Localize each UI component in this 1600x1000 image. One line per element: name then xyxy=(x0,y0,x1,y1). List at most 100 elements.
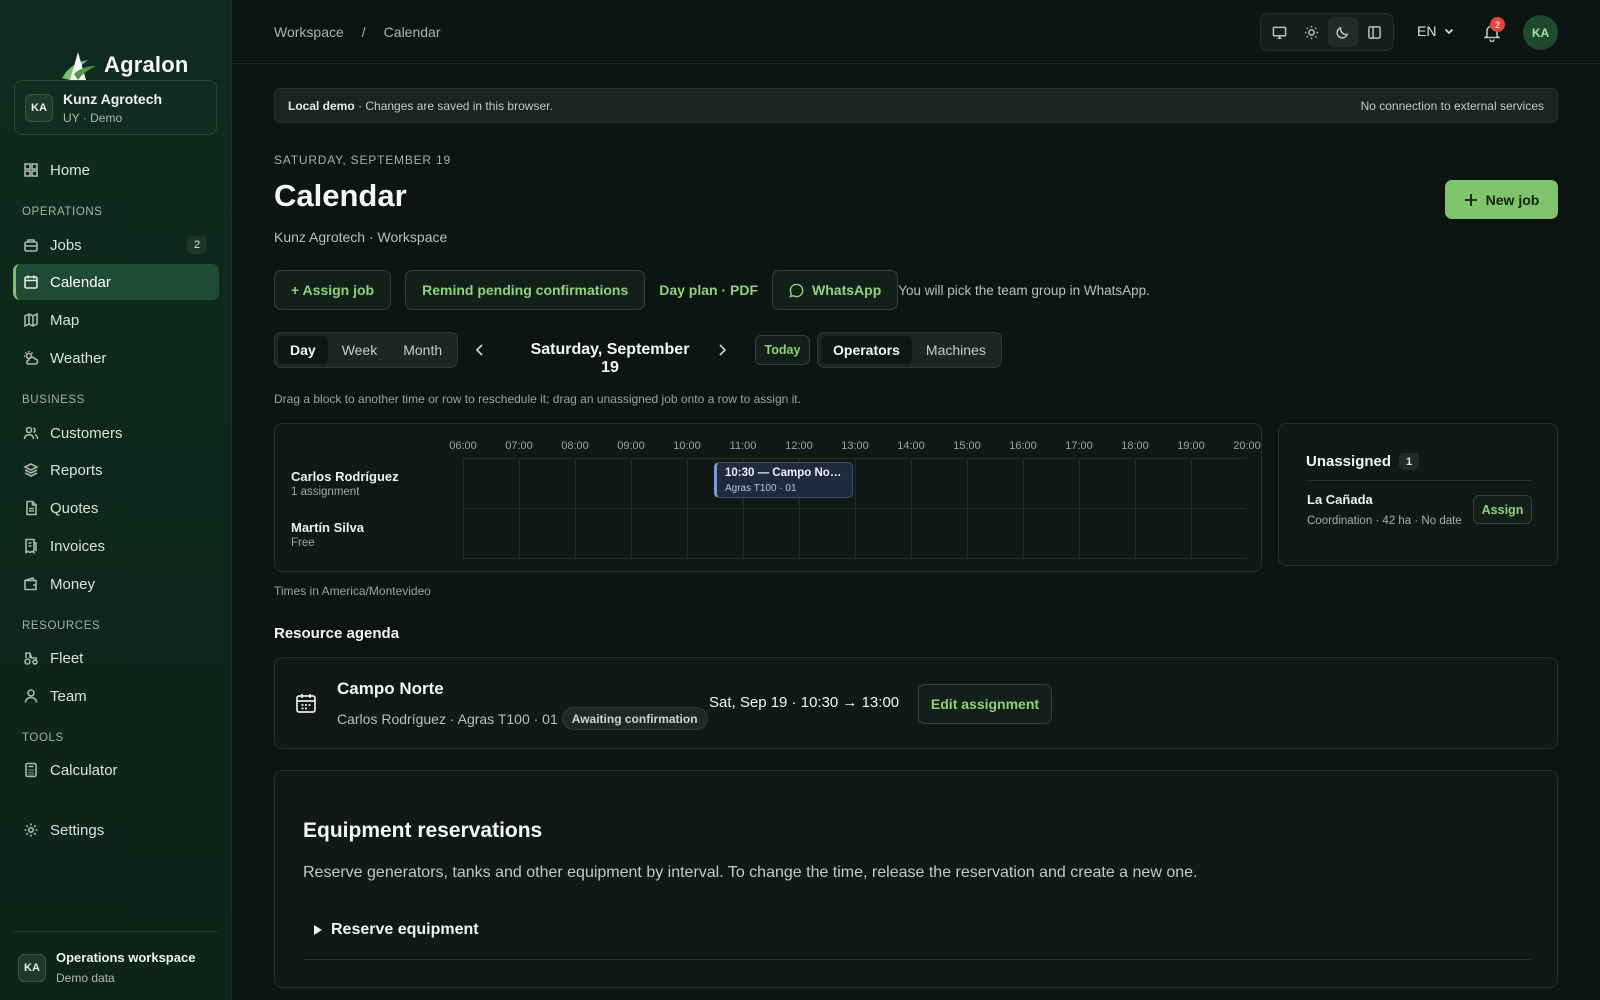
unassigned-divider xyxy=(1306,480,1532,481)
reserve-equipment-toggle[interactable]: Reserve equipment xyxy=(313,921,479,939)
timeline-hour-label: 06:00 xyxy=(449,440,477,452)
timeline-header-line xyxy=(463,458,1246,459)
sidebar: Agralon KA Kunz Agrotech UY · Demo Home … xyxy=(0,0,232,1000)
edit-assignment-button[interactable]: Edit assignment xyxy=(918,684,1052,724)
reserve-equipment-label: Reserve equipment xyxy=(331,921,479,938)
file-icon xyxy=(26,500,37,516)
org-switcher[interactable]: KA Kunz Agrotech UY · Demo xyxy=(14,80,217,135)
date-eyebrow: SATURDAY, SEPTEMBER 19 xyxy=(274,153,451,167)
app-name: Agralon xyxy=(104,52,189,77)
user-avatar[interactable]: KA xyxy=(1523,15,1558,50)
current-date: Saturday, September 19 xyxy=(530,341,690,376)
nav-map[interactable]: Map xyxy=(13,302,219,338)
demo-banner-text: Local demo · Changes are saved in this b… xyxy=(288,99,553,113)
chevron-right-icon[interactable] xyxy=(716,343,728,357)
timeline-bottom-line xyxy=(463,558,1246,559)
view-day-button[interactable]: Day xyxy=(278,336,328,364)
nav-weather[interactable]: Weather xyxy=(13,340,219,376)
calendar-icon xyxy=(296,694,316,713)
nav-reports-label: Reports xyxy=(50,461,103,479)
nav-money[interactable]: Money xyxy=(13,566,219,602)
workspace-title: Operations workspace xyxy=(56,950,196,965)
equipment-title: Equipment reservations xyxy=(303,819,543,842)
nav-invoices[interactable]: Invoices xyxy=(13,528,219,564)
nav-calculator[interactable]: Calculator xyxy=(13,752,219,788)
theme-light-button[interactable] xyxy=(1297,17,1327,47)
today-button[interactable]: Today xyxy=(755,335,810,365)
layers-icon xyxy=(23,463,39,477)
timeline-hour-label: 17:00 xyxy=(1065,440,1093,452)
timeline-row-name: Carlos Rodríguez xyxy=(291,469,399,484)
workspace-card[interactable]: KA Operations workspace Demo data xyxy=(18,950,195,985)
agenda-title: Campo Norte xyxy=(337,679,444,698)
timeline-hour-label: 13:00 xyxy=(841,440,869,452)
timeline-grid: Carlos Rodríguez 1 assignment Martín Sil… xyxy=(274,423,1262,572)
page-title: Calendar xyxy=(274,178,407,213)
unassigned-job-name[interactable]: La Cañada xyxy=(1307,492,1373,507)
timeline-hour-label: 12:00 xyxy=(785,440,813,452)
action-row: + Assign job Remind pending confirmation… xyxy=(274,270,1150,310)
breadcrumb-calendar: Calendar xyxy=(383,24,441,40)
nav-home[interactable]: Home xyxy=(13,152,219,188)
theme-switcher xyxy=(1260,13,1394,51)
theme-system-button[interactable] xyxy=(1265,17,1295,47)
whatsapp-label: WhatsApp xyxy=(812,282,882,298)
timeline-hour-label: 14:00 xyxy=(897,440,925,452)
nav-invoices-label: Invoices xyxy=(50,537,106,555)
equipment-description: Reserve generators, tanks and other equi… xyxy=(303,864,1198,881)
chevron-left-icon[interactable] xyxy=(474,343,486,357)
timeline-row-divider xyxy=(463,508,1246,509)
assignment-block[interactable]: 10:30 — Campo Norte Agras T100 · 01 xyxy=(714,462,853,498)
nav-team[interactable]: Team xyxy=(13,678,219,714)
resource-agenda-heading: Resource agenda xyxy=(274,625,400,642)
nav-customers[interactable]: Customers xyxy=(13,415,219,451)
breadcrumb-workspace[interactable]: Workspace xyxy=(274,24,344,40)
group-machines-button[interactable]: Machines xyxy=(914,336,998,364)
day-plan-pdf-link[interactable]: Day plan · PDF xyxy=(659,282,758,298)
date-navigator: Saturday, September 19 xyxy=(474,338,744,376)
unassigned-title: Unassigned 1 xyxy=(1306,453,1420,470)
workspace-sub: Demo data xyxy=(56,971,115,985)
monitor-icon xyxy=(1272,26,1287,39)
wallet-icon xyxy=(24,577,37,591)
assign-job-button[interactable]: + Assign job xyxy=(274,270,392,310)
nav-home-label: Home xyxy=(50,161,91,179)
nav-reports[interactable]: Reports xyxy=(13,452,219,488)
agenda-details: Carlos Rodríguez · Agras T100 · 01 xyxy=(337,710,558,727)
app-logo[interactable]: Agralon xyxy=(58,48,189,82)
sidebar-icon xyxy=(1367,25,1381,39)
chevron-down-icon xyxy=(1445,28,1454,35)
sidebar-toggle-button[interactable] xyxy=(1360,17,1390,47)
timezone-note: Times in America/Montevideo xyxy=(274,584,431,598)
timeline-hour-label: 19:00 xyxy=(1177,440,1205,452)
assignment-block-sub: Agras T100 · 01 xyxy=(725,483,797,494)
nav-fleet[interactable]: Fleet xyxy=(13,640,219,676)
agenda-time: Sat, Sep 19 · 10:30 → 13:00 xyxy=(709,694,900,711)
theme-dark-button[interactable] xyxy=(1328,17,1358,47)
nav-jobs[interactable]: Jobs 2 xyxy=(13,227,219,263)
remind-confirmations-button[interactable]: Remind pending confirmations xyxy=(405,270,646,310)
view-week-button[interactable]: Week xyxy=(330,336,390,364)
timeline-hour-label: 18:00 xyxy=(1121,440,1149,452)
view-month-button[interactable]: Month xyxy=(391,336,454,364)
jobs-count-badge: 2 xyxy=(187,236,207,254)
whatsapp-button[interactable]: WhatsApp xyxy=(772,270,899,310)
agenda-sub: Carlos Rodríguez · Agras T100 · 01 Await… xyxy=(337,707,708,730)
timeline-hour-label: 20:00 xyxy=(1233,440,1261,452)
nav-calendar[interactable]: Calendar xyxy=(13,264,219,300)
nav-section-tools: TOOLS xyxy=(22,732,64,744)
nav-calculator-label: Calculator xyxy=(50,761,118,779)
map-icon xyxy=(24,312,38,328)
page-subtitle: Kunz Agrotech · Workspace xyxy=(274,229,448,245)
new-job-button[interactable]: New job xyxy=(1445,180,1558,219)
nav-quotes[interactable]: Quotes xyxy=(13,490,219,526)
timeline-hour-label: 08:00 xyxy=(561,440,589,452)
weather-icon xyxy=(24,351,39,365)
view-range-toggle: Day Week Month xyxy=(274,332,459,368)
unassigned-assign-button[interactable]: Assign xyxy=(1473,495,1532,524)
breadcrumb: Workspace / Calendar xyxy=(274,24,441,40)
group-operators-button[interactable]: Operators xyxy=(821,336,912,364)
unassigned-title-text: Unassigned xyxy=(1306,453,1392,470)
nav-settings[interactable]: Settings xyxy=(13,812,219,848)
language-select[interactable]: EN xyxy=(1417,23,1454,39)
